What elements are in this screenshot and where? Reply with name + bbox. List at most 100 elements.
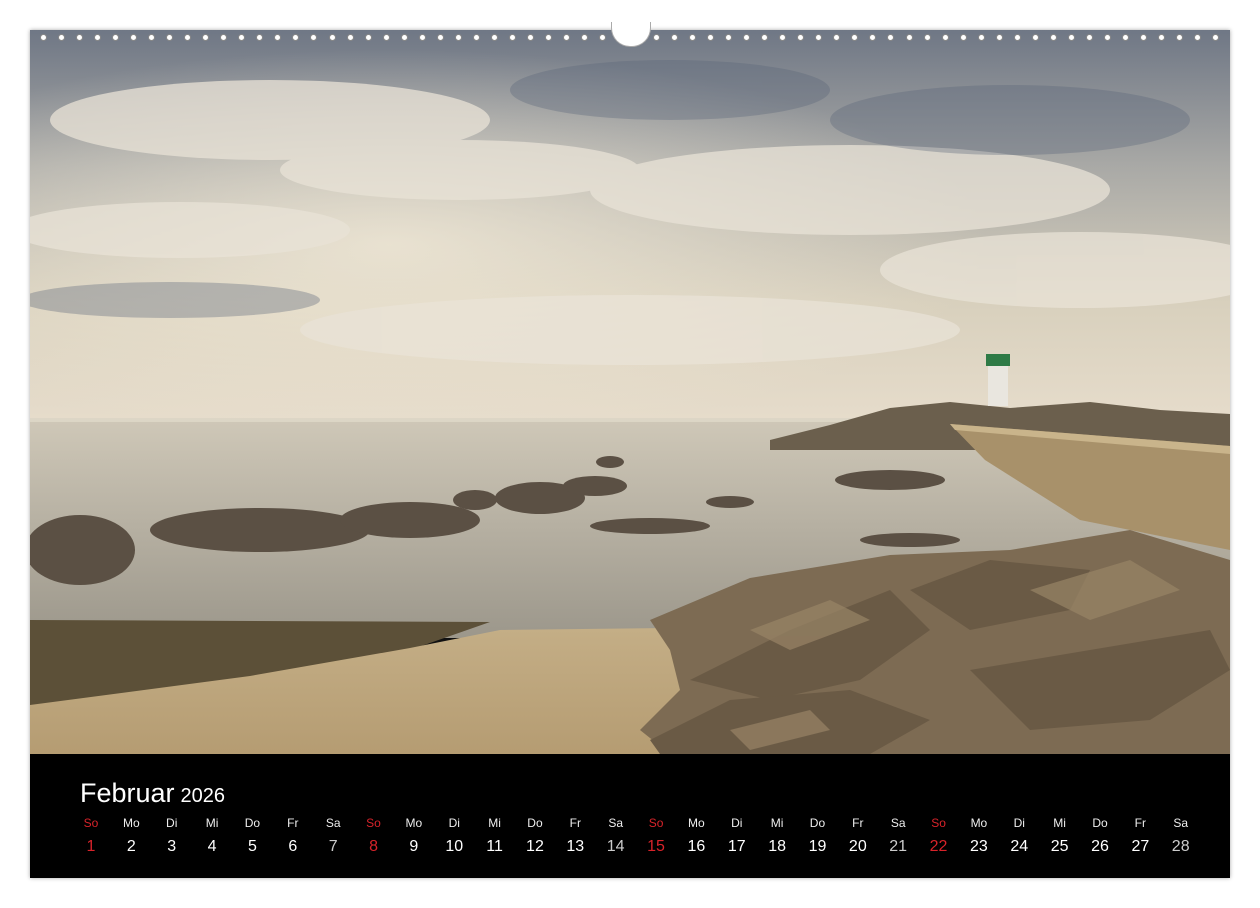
binding-hole xyxy=(310,33,318,41)
binding-hole xyxy=(1103,33,1111,41)
binding-hole xyxy=(959,33,967,41)
day-number: 10 xyxy=(445,838,464,855)
day-cell: So 1 xyxy=(76,816,106,856)
day-cell: Do 19 xyxy=(802,816,832,856)
weekday-label: Fr xyxy=(852,816,864,830)
day-number: 14 xyxy=(606,838,625,855)
binding-hole xyxy=(923,33,931,41)
day-number: 12 xyxy=(526,838,544,855)
day-cell: So 8 xyxy=(359,816,389,856)
weekday-label: Mi xyxy=(1053,816,1066,830)
binding-hole xyxy=(1212,33,1220,41)
binding-hole xyxy=(490,33,498,41)
day-number: 24 xyxy=(1010,838,1029,855)
binding-hole xyxy=(580,33,588,41)
day-number: 6 xyxy=(288,838,298,855)
weekday-label: Fr xyxy=(1134,816,1146,830)
day-number: 20 xyxy=(848,838,867,855)
binding-hole xyxy=(544,33,552,41)
weekday-label: Di xyxy=(731,816,743,830)
weekday-label: Di xyxy=(166,816,178,830)
binding-hole xyxy=(130,33,138,41)
day-number: 21 xyxy=(889,838,908,855)
day-cell: Fr 20 xyxy=(843,816,873,856)
day-cell: Do 5 xyxy=(237,816,267,856)
binding-hole xyxy=(274,33,282,41)
day-cell: Mo 2 xyxy=(116,816,146,856)
binding-hole xyxy=(418,33,426,41)
day-number: 23 xyxy=(970,838,988,855)
binding-hole xyxy=(58,33,66,41)
weekday-label: Mo xyxy=(405,816,423,830)
weekday-label: Mi xyxy=(488,816,501,830)
day-cell: Di 17 xyxy=(722,816,752,856)
binding-hole xyxy=(995,33,1003,41)
binding-hole xyxy=(1067,33,1075,41)
binding-hole xyxy=(653,33,661,41)
day-cell: Do 26 xyxy=(1085,816,1115,856)
binding-hole xyxy=(382,33,390,41)
day-cell: Sa 21 xyxy=(883,816,913,856)
day-number: 2 xyxy=(126,838,136,855)
day-cell: Di 24 xyxy=(1004,816,1034,856)
binding-hole xyxy=(40,33,47,41)
weekday-label: Mi xyxy=(205,816,219,830)
binding-hole xyxy=(707,33,715,41)
binding-hole xyxy=(1139,33,1147,41)
day-number: 22 xyxy=(929,838,948,855)
day-number: 3 xyxy=(167,838,177,855)
day-number: 9 xyxy=(409,838,419,855)
weekday-label: Sa xyxy=(890,816,906,830)
day-number: 11 xyxy=(486,838,503,855)
binding-hole xyxy=(328,33,336,41)
weekday-label: So xyxy=(366,816,381,830)
weekday-label: Do xyxy=(809,816,826,830)
day-cell: Fr 6 xyxy=(278,816,308,856)
binding-hole xyxy=(184,33,192,41)
binding-hole xyxy=(508,33,516,41)
binding-hole xyxy=(202,33,210,41)
weekday-label: So xyxy=(648,816,664,830)
binding-hole xyxy=(689,33,697,41)
day-cell: Mi 25 xyxy=(1045,816,1075,856)
binding-hole xyxy=(346,33,354,41)
day-number: 15 xyxy=(647,838,665,855)
day-number: 17 xyxy=(727,838,746,855)
binding-hole xyxy=(887,33,895,41)
binding-hole xyxy=(94,33,102,41)
day-number: 5 xyxy=(247,838,257,855)
binding-hole xyxy=(562,33,570,41)
binding-hole xyxy=(76,33,84,41)
binding-hole xyxy=(598,33,606,41)
day-cell: Mi 18 xyxy=(762,816,792,856)
binding-hole xyxy=(220,33,228,41)
binding-hole xyxy=(256,33,264,41)
day-cell: Di 3 xyxy=(157,816,187,856)
day-cell: Mi 11 xyxy=(480,816,510,856)
binding-hole xyxy=(148,33,156,41)
weekday-label: Fr xyxy=(287,816,299,830)
weekday-label: Do xyxy=(244,816,261,830)
binding-hole xyxy=(779,33,787,41)
binding-hole xyxy=(112,33,120,41)
year-label: 2026 xyxy=(180,785,226,807)
day-number: 4 xyxy=(207,838,217,855)
day-number: 7 xyxy=(328,838,338,855)
day-row: So 1 Mo 2 Di 3 Mi 4 Do 5 Fr 6 Sa 7 So 8 Mo 9 Di 10 Mi 11 Do 12 F… xyxy=(76,816,1196,856)
binding-hole xyxy=(1157,33,1165,41)
binding-hole xyxy=(833,33,841,41)
day-number: 16 xyxy=(687,838,706,855)
binding-hole xyxy=(1049,33,1057,41)
binding-hole xyxy=(166,33,174,41)
binding-hole xyxy=(869,33,877,41)
day-number: 1 xyxy=(86,838,96,855)
binding-hole xyxy=(400,33,408,41)
binding-hole xyxy=(977,33,985,41)
binding-hole xyxy=(725,33,733,41)
weekday-label: Fr xyxy=(569,816,581,830)
day-cell: Mo 23 xyxy=(964,816,994,856)
binding-hole xyxy=(761,33,769,41)
day-cell: Di 10 xyxy=(439,816,469,856)
weekday-label: Sa xyxy=(325,816,341,830)
day-cell: So 22 xyxy=(924,816,954,856)
